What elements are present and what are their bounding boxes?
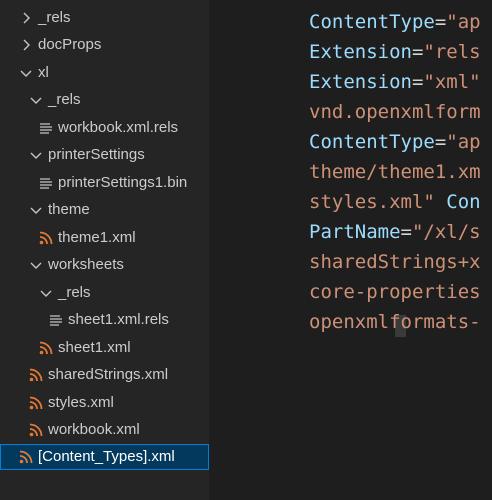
xml-equals: = xyxy=(400,221,412,243)
xml-attribute: ContentType xyxy=(309,131,435,153)
tree-item-label: styles.xml xyxy=(48,394,114,411)
xml-equals: = xyxy=(411,41,424,63)
xml-string: "rels xyxy=(423,41,481,63)
chevron-down-icon xyxy=(40,290,52,297)
tree-folder-worksheets[interactable]: worksheets xyxy=(0,252,209,278)
code-line: sharedStrings+x xyxy=(309,247,481,277)
tree-folder-docprops[interactable]: docProps xyxy=(0,32,209,58)
chevron-down-icon xyxy=(30,97,42,104)
xml-string: vnd.openxmlform xyxy=(309,101,481,123)
tree-folder-theme[interactable]: theme xyxy=(0,197,209,223)
file-lines-icon xyxy=(50,315,62,326)
tree-file-sheet1-xml[interactable]: sheet1.xml xyxy=(0,335,209,361)
tree-file-content-types-xml[interactable]: [Content_Types].xml xyxy=(0,444,209,470)
xml-string: styles.xml" xyxy=(309,191,447,213)
xml-rss-icon xyxy=(19,450,33,464)
file-lines-icon xyxy=(40,123,52,134)
code-line: PartName="/xl/s xyxy=(309,217,481,247)
xml-equals: = xyxy=(434,131,447,153)
tree-item-label: workbook.xml.rels xyxy=(58,119,179,136)
tree-file-printersettings1-bin[interactable]: printerSettings1.bin xyxy=(0,170,209,196)
code-line: ContentType="ap xyxy=(309,127,481,157)
xml-string: "/xl/s xyxy=(411,221,481,243)
xml-attribute: Extension xyxy=(309,41,412,63)
tree-item-label: printerSettings xyxy=(48,146,145,163)
tree-item-label: printerSettings1.bin xyxy=(58,174,188,191)
xml-string: sharedStrings+x xyxy=(309,251,481,273)
chevron-down-icon xyxy=(30,152,42,159)
tree-item-label: workbook.xml xyxy=(48,421,140,438)
tree-file-sharedstrings-xml[interactable]: sharedStrings.xml xyxy=(0,362,209,388)
tree-folder-printersettings[interactable]: printerSettings xyxy=(0,142,209,168)
tree-folder-xl-rels[interactable]: _rels xyxy=(0,87,209,113)
tree-item-label: docProps xyxy=(38,36,102,53)
xml-string: "ap xyxy=(446,11,481,33)
xml-rss-icon xyxy=(29,423,43,437)
code-line: vnd.openxmlform xyxy=(309,97,481,127)
tree-folder-rels[interactable]: _rels xyxy=(0,5,209,31)
code-line: Extension="rels xyxy=(309,37,481,67)
xml-rss-icon xyxy=(29,368,43,382)
tree-file-workbook-xml[interactable]: workbook.xml xyxy=(0,417,209,443)
tree-item-label: _rels xyxy=(48,91,81,108)
xml-equals: = xyxy=(434,11,447,33)
chevron-right-icon xyxy=(23,12,30,24)
tree-item-label: worksheets xyxy=(48,256,124,273)
tree-file-styles-xml[interactable]: styles.xml xyxy=(0,390,209,416)
xml-rss-icon xyxy=(29,396,43,410)
chevron-down-icon xyxy=(30,207,42,214)
xml-string: openxmlformats- xyxy=(309,311,481,333)
xml-attribute: Con xyxy=(446,191,481,213)
xml-rss-icon xyxy=(39,341,53,355)
code-editor[interactable]: ContentType="ap Extension="rels Extensio… xyxy=(209,0,492,500)
code-line: core-properties xyxy=(309,277,481,307)
xml-string: theme/theme1.xm xyxy=(309,161,481,183)
file-lines-icon xyxy=(40,178,52,189)
tree-file-sheet1-xml-rels[interactable]: sheet1.xml.rels xyxy=(0,307,209,333)
code-line: styles.xml" Con xyxy=(309,187,481,217)
chevron-down-icon xyxy=(30,262,42,269)
tree-item-label: sharedStrings.xml xyxy=(48,366,169,383)
chevron-down-icon xyxy=(20,70,32,77)
xml-rss-icon xyxy=(39,231,53,245)
tree-item-label: [Content_Types].xml xyxy=(38,448,175,465)
xml-string: core-properties xyxy=(309,281,481,303)
xml-equals: = xyxy=(411,71,424,93)
tree-item-label: _rels xyxy=(38,9,71,26)
tree-item-label: theme1.xml xyxy=(58,229,136,246)
explorer-sidebar: _rels docProps xl _rels workbook.xml.rel… xyxy=(0,0,209,500)
xml-attribute: ContentType xyxy=(309,11,435,33)
tree-file-workbook-xml-rels[interactable]: workbook.xml.rels xyxy=(0,115,209,141)
tree-folder-xl[interactable]: xl xyxy=(0,60,209,86)
code-line: ContentType="ap xyxy=(309,7,481,37)
tree-item-label: xl xyxy=(38,64,49,81)
xml-attribute: Extension xyxy=(309,71,412,93)
xml-string: "xml" xyxy=(423,71,481,93)
code-line: theme/theme1.xm xyxy=(309,157,481,187)
tree-item-label: theme xyxy=(48,201,90,218)
tree-item-label: sheet1.xml xyxy=(58,339,131,356)
tree-file-theme1-xml[interactable]: theme1.xml xyxy=(0,225,209,251)
tree-folder-worksheets-rels[interactable]: _rels xyxy=(0,280,209,306)
code-line: Extension="xml" xyxy=(309,67,481,97)
code-line: openxmlformats- xyxy=(309,307,481,337)
xml-string: "ap xyxy=(446,131,481,153)
tree-item-label: sheet1.xml.rels xyxy=(68,311,169,328)
chevron-right-icon xyxy=(23,39,30,51)
tree-item-label: _rels xyxy=(58,284,91,301)
xml-attribute: PartName xyxy=(309,221,401,243)
